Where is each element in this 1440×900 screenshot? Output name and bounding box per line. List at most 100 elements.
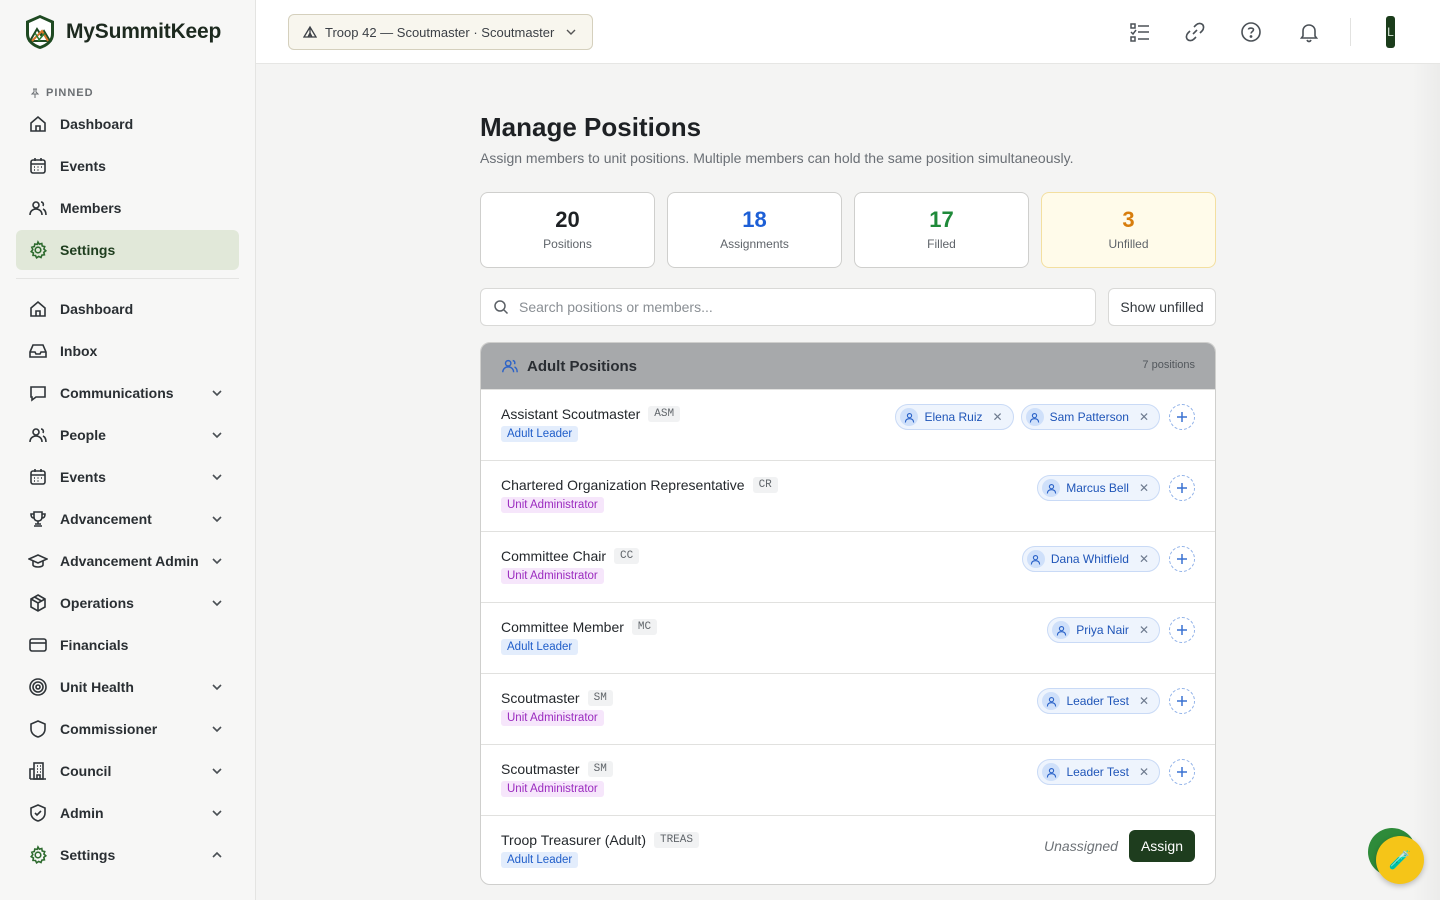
chevron-down-icon[interactable] — [209, 385, 225, 401]
add-member-button[interactable] — [1169, 404, 1195, 430]
message-icon — [28, 383, 48, 403]
member-chip[interactable]: Leader Test ✕ — [1037, 688, 1160, 714]
troop-selector[interactable]: Troop 42 — Scoutmaster · Scoutmaster — [288, 14, 593, 50]
add-member-button[interactable] — [1169, 759, 1195, 785]
position-role-tag: Adult Leader — [501, 639, 579, 655]
mountain-logo-icon — [26, 15, 54, 49]
graduation-cap-icon — [28, 551, 48, 571]
position-name: Committee Member — [501, 619, 624, 635]
remove-member-icon[interactable]: ✕ — [1139, 410, 1149, 424]
stat-label: Positions — [543, 237, 592, 251]
chevron-down-icon[interactable] — [209, 595, 225, 611]
chevron-down-icon[interactable] — [209, 469, 225, 485]
chevron-down-icon[interactable] — [209, 679, 225, 695]
sidebar-item-council[interactable]: Council — [16, 751, 239, 791]
pinned-item-events[interactable]: Events — [16, 146, 239, 186]
assigned-members: Unassigned Assign — [1044, 830, 1195, 862]
stat-value: 20 — [555, 207, 580, 232]
tent-icon — [303, 25, 317, 38]
position-row: Scoutmaster SM Unit Administrator Leader… — [481, 673, 1215, 744]
sidebar-item-advancement[interactable]: Advancement — [16, 499, 239, 539]
position-name: Assistant Scoutmaster — [501, 406, 641, 422]
member-chip[interactable]: Priya Nair ✕ — [1047, 617, 1160, 643]
search-input[interactable] — [519, 299, 1095, 315]
chevron-down-icon[interactable] — [209, 721, 225, 737]
sidebar-item-inbox[interactable]: Inbox — [16, 331, 239, 371]
stat-unfilled[interactable]: 3 Unfilled — [1041, 192, 1216, 268]
remove-member-icon[interactable]: ✕ — [993, 410, 1003, 424]
topbar: Troop 42 — Scoutmaster · Scoutmaster L — [256, 0, 1440, 64]
chevron-down-icon[interactable] — [209, 511, 225, 527]
member-chip[interactable]: Leader Test ✕ — [1037, 759, 1160, 785]
sidebar-item-unit-health[interactable]: Unit Health — [16, 667, 239, 707]
section-header[interactable]: Adult Positions 7 positions — [481, 343, 1215, 389]
stat-positions: 20 Positions — [480, 192, 655, 268]
position-row: Assistant Scoutmaster ASM Adult Leader E… — [481, 389, 1215, 460]
section-count: 7 positions — [1142, 359, 1195, 371]
pinned-item-dashboard[interactable]: Dashboard — [16, 104, 239, 144]
plus-icon — [1177, 767, 1187, 777]
sidebar-item-label: Inbox — [60, 343, 98, 359]
pinned-section-label: PINNED — [0, 64, 255, 102]
pinned-item-members[interactable]: Members — [16, 188, 239, 228]
remove-member-icon[interactable]: ✕ — [1139, 623, 1149, 637]
sidebar-item-financials[interactable]: Financials — [16, 625, 239, 665]
member-chip[interactable]: Sam Patterson ✕ — [1020, 404, 1160, 430]
sidebar-item-settings[interactable]: Settings — [16, 835, 239, 875]
chevron-down-icon[interactable] — [209, 553, 225, 569]
inbox-icon — [28, 341, 48, 361]
assigned-members: Leader Test ✕ — [1037, 688, 1195, 714]
chevron-down-icon[interactable] — [209, 427, 225, 443]
troop-selector-label: Troop 42 — Scoutmaster · Scoutmaster — [325, 24, 555, 40]
add-member-button[interactable] — [1169, 688, 1195, 714]
help-icon[interactable] — [1239, 20, 1263, 44]
plus-icon — [1177, 554, 1187, 564]
chevron-down-icon[interactable] — [209, 763, 225, 779]
sidebar-item-label: Admin — [60, 805, 104, 821]
remove-member-icon[interactable]: ✕ — [1139, 552, 1149, 566]
member-name: Marcus Bell — [1066, 481, 1129, 495]
remove-member-icon[interactable]: ✕ — [1139, 765, 1149, 779]
position-row: Troop Treasurer (Adult) TREAS Adult Lead… — [481, 815, 1215, 884]
topbar-separator — [1350, 18, 1351, 46]
sidebar-item-events[interactable]: Events — [16, 457, 239, 497]
sidebar-item-admin[interactable]: Admin — [16, 793, 239, 833]
sidebar-item-advancement-admin[interactable]: Advancement Admin — [16, 541, 239, 581]
sidebar-item-communications[interactable]: Communications — [16, 373, 239, 413]
sidebar-item-dashboard[interactable]: Dashboard — [16, 289, 239, 329]
sidebar-item-label: Dashboard — [60, 301, 134, 317]
chevron-up-icon[interactable] — [209, 847, 225, 863]
assign-button[interactable]: Assign — [1128, 830, 1195, 862]
search-icon — [494, 300, 509, 315]
users-icon — [28, 425, 48, 445]
user-icon — [1042, 692, 1061, 710]
checklist-icon[interactable] — [1128, 20, 1152, 44]
remove-member-icon[interactable]: ✕ — [1139, 694, 1149, 708]
stat-label: Assignments — [720, 237, 789, 251]
member-chip[interactable]: Dana Whitfield ✕ — [1021, 546, 1160, 572]
member-chip[interactable]: Elena Ruiz ✕ — [895, 404, 1014, 430]
sidebar-item-operations[interactable]: Operations — [16, 583, 239, 623]
stat-filled: 17 Filled — [854, 192, 1029, 268]
position-abbr: ASM — [648, 406, 681, 422]
add-member-button[interactable] — [1169, 617, 1195, 643]
chevron-down-icon[interactable] — [209, 805, 225, 821]
bell-icon[interactable] — [1297, 20, 1321, 44]
link-icon[interactable] — [1183, 20, 1207, 44]
sidebar-item-commissioner[interactable]: Commissioner — [16, 709, 239, 749]
position-row: Committee Chair CC Unit Administrator Da… — [481, 531, 1215, 602]
add-member-button[interactable] — [1169, 475, 1195, 501]
remove-member-icon[interactable]: ✕ — [1139, 481, 1149, 495]
show-unfilled-button[interactable]: Show unfilled — [1108, 288, 1216, 326]
user-icon — [900, 408, 919, 426]
brand[interactable]: MySummitKeep — [0, 0, 255, 64]
sidebar-item-people[interactable]: People — [16, 415, 239, 455]
pinned-item-settings[interactable]: Settings — [16, 230, 239, 270]
test-tube-icon[interactable]: 🧪 — [1376, 836, 1424, 884]
add-member-button[interactable] — [1169, 546, 1195, 572]
user-icon — [1026, 550, 1045, 568]
member-chip[interactable]: Marcus Bell ✕ — [1037, 475, 1160, 501]
user-avatar[interactable]: L — [1386, 16, 1395, 48]
position-role-tag: Unit Administrator — [501, 781, 604, 797]
stat-label: Unfilled — [1108, 237, 1149, 251]
